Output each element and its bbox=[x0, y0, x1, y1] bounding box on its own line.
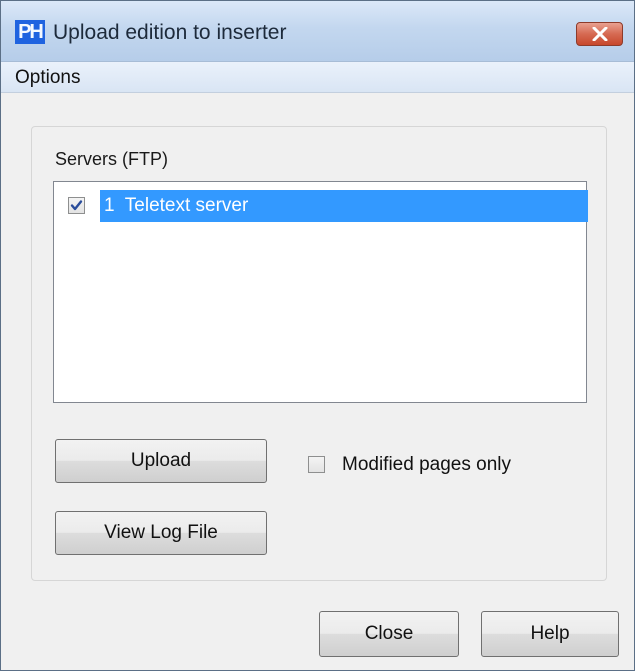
app-icon: PH bbox=[15, 20, 45, 44]
checkmark-icon bbox=[70, 200, 83, 211]
list-item-selection[interactable]: 1 Teletext server bbox=[100, 190, 588, 222]
server-checkbox[interactable] bbox=[68, 197, 85, 214]
close-icon bbox=[592, 27, 608, 41]
menu-item-options[interactable]: Options bbox=[15, 67, 80, 89]
list-item[interactable]: 1 Teletext server bbox=[66, 190, 588, 222]
modified-pages-only-label[interactable]: Modified pages only bbox=[342, 454, 511, 476]
upload-button[interactable]: Upload bbox=[55, 439, 267, 483]
list-item-label: 1 Teletext server bbox=[104, 195, 249, 216]
menu-bar: Options bbox=[1, 62, 634, 93]
servers-group-label: Servers (FTP) bbox=[55, 149, 169, 169]
window-title: Upload edition to inserter bbox=[53, 21, 287, 44]
view-log-file-button[interactable]: View Log File bbox=[55, 511, 267, 555]
window-close-button[interactable] bbox=[576, 22, 623, 46]
help-button[interactable]: Help bbox=[481, 611, 619, 657]
title-bar[interactable]: PH Upload edition to inserter bbox=[1, 1, 634, 62]
close-button[interactable]: Close bbox=[319, 611, 459, 657]
upload-dialog-window: PH Upload edition to inserter Options Se… bbox=[0, 0, 635, 671]
servers-list[interactable]: 1 Teletext server bbox=[53, 181, 588, 403]
modified-pages-only-checkbox[interactable] bbox=[308, 456, 325, 473]
